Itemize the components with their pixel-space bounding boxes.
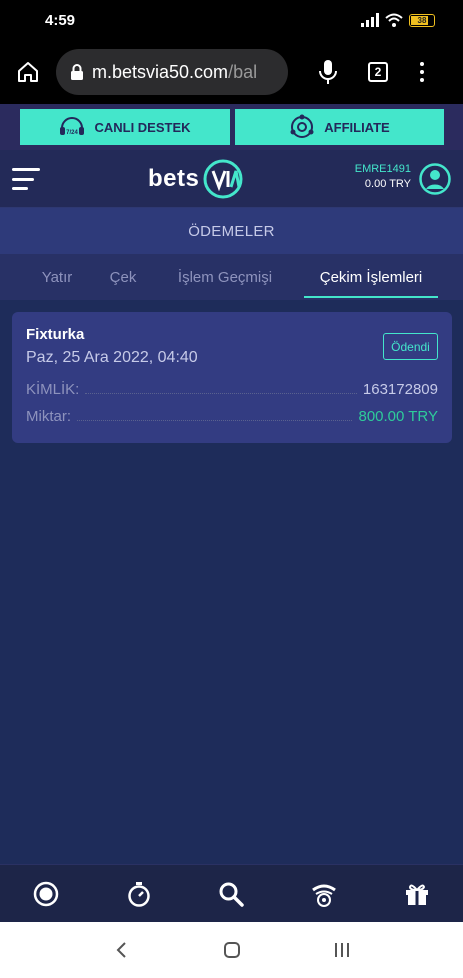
home-square-icon [223,942,240,958]
nav-stopwatch[interactable] [114,869,164,919]
back-chevron-icon [116,942,126,958]
nav-casino[interactable] [299,869,349,919]
promo-strip: 7/24 CANLI DESTEK AFFILIATE [0,104,463,150]
hamburger-menu-button[interactable] [12,168,40,190]
tab-withdraw[interactable]: Çek [108,254,138,300]
status-bar: 4:59 38 [0,0,463,40]
menu-dot [420,62,424,66]
live-badge-text: 7/24 [67,130,79,136]
url-text: m.betsvia50.com/bal [92,62,257,83]
browser-menu-button[interactable] [402,40,442,104]
tab-switcher-button[interactable]: 2 [354,40,402,104]
browser-toolbar: m.betsvia50.com/bal 2 [0,40,463,104]
android-recents-button[interactable] [322,930,362,970]
signal-icon [361,13,379,27]
stopwatch-icon [128,881,150,907]
url-host: m.betsvia50.com [92,61,229,82]
casino-wheel-icon [312,884,336,907]
android-navigation-bar [0,922,463,978]
menu-dot [420,78,424,82]
browser-home-button[interactable] [0,40,56,104]
wifi-icon [385,13,403,27]
live-support-label: CANLI DESTEK [94,119,191,135]
amount-row: Miktar: 800.00 TRY [26,408,438,425]
user-info[interactable]: EMRE1491 0.00 TRY [355,163,411,190]
status-time: 4:59 [45,11,76,29]
dotted-leader [77,420,353,421]
site-logo[interactable]: bets [148,156,245,202]
battery-icon: 38 [409,13,435,27]
withdrawal-card: Fixturka Paz, 25 Ara 2022, 04:40 Ödendi … [12,312,452,443]
tab-deposit[interactable]: Yatır [38,254,76,300]
nav-live[interactable] [21,869,71,919]
url-path: /bal [228,61,258,82]
battery-level: 38 [417,15,427,25]
android-back-button[interactable] [102,930,142,970]
id-value: 163172809 [362,381,438,398]
logo-text: bets [148,165,200,192]
microphone-icon [319,60,337,84]
live-support-button[interactable]: 7/24 CANLI DESTEK [19,109,230,145]
username: EMRE1491 [354,163,411,175]
voice-search-button[interactable] [302,40,354,104]
address-bar[interactable]: m.betsvia50.com/bal [56,49,288,95]
tab-withdrawal-transactions[interactable]: Çekim İşlemleri [304,254,438,300]
site-header: bets EMRE1491 0.00 TRY [0,150,463,208]
headset-icon: 7/24 [60,117,85,136]
nav-search[interactable] [206,869,256,919]
id-row: KİMLİK: 163172809 [26,381,438,398]
hamburger-line [12,177,34,181]
transaction-date: Paz, 25 Ara 2022, 04:40 [26,349,198,366]
affiliate-label: AFFILIATE [324,119,390,135]
dotted-leader [85,393,357,394]
id-label: KİMLİK: [26,381,80,398]
page-title: ÖDEMELER [0,208,463,254]
user-balance: 0.00 TRY [364,178,411,190]
amount-label: Miktar: [26,408,71,425]
tab-count: 2 [368,62,388,82]
payments-tabs: Yatır Çek İşlem Geçmişi Çekim İşlemleri [0,254,463,300]
affiliate-icon [290,114,314,138]
home-icon [18,62,38,82]
hamburger-line [12,168,40,171]
menu-dot [420,70,424,74]
payment-method: Fixturka [26,326,85,343]
android-home-button[interactable] [212,930,252,970]
bottom-navigation [0,864,463,922]
via-logo-mark-icon [203,159,243,199]
tab-transaction-history[interactable]: İşlem Geçmişi [172,254,278,300]
hamburger-line [12,187,28,190]
gift-icon [405,884,428,905]
status-icons: 38 [361,13,435,27]
user-avatar-icon[interactable] [419,163,451,195]
affiliate-button[interactable]: AFFILIATE [234,109,444,145]
nav-promotions[interactable] [392,869,442,919]
live-record-icon [34,881,59,906]
amount-value: 800.00 TRY [358,408,438,425]
lock-icon [71,64,83,80]
recents-icon [334,943,349,957]
status-badge: Ödendi [383,333,438,360]
search-icon [219,882,245,907]
